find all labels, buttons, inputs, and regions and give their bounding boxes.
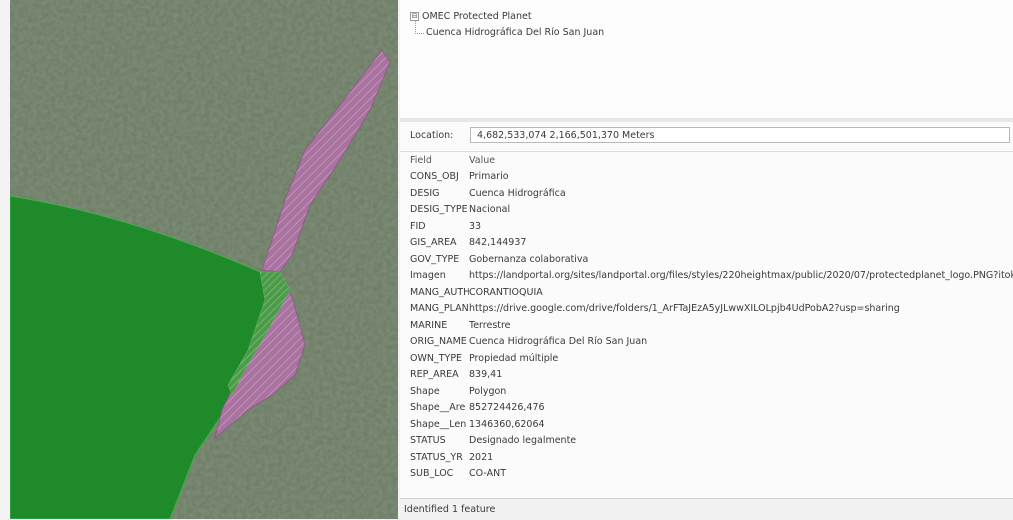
attribute-field-name: GOV_TYPE xyxy=(410,253,460,265)
attribute-field-value: 839,41 xyxy=(469,369,503,381)
attribute-rows: CONS_OBJ Primario DESIG Cuenca Hidrográfica… xyxy=(400,169,1013,483)
map-view[interactable] xyxy=(10,0,398,519)
panel-divider[interactable] xyxy=(400,118,1013,122)
attribute-field-value: 852724426,476 xyxy=(469,402,545,414)
attribute-field-name: DESIG xyxy=(410,187,440,199)
attribute-field-name: DESIG_TYPE xyxy=(410,204,468,216)
attribute-field-value: Propiedad múltiple xyxy=(469,352,559,364)
attribute-row[interactable]: MANG_AUTH CORANTIOQUIA xyxy=(400,284,1013,301)
attribute-field-value: 33 xyxy=(469,220,482,232)
status-bar: Identified 1 feature xyxy=(400,498,1013,520)
header-field[interactable]: Field xyxy=(400,155,469,166)
attribute-row[interactable]: FID 33 xyxy=(400,218,1013,235)
attribute-row[interactable]: Shape__Are 852724426,476 xyxy=(400,400,1013,417)
identify-results-tree: ⊟ OMEC Protected Planet Cuenca Hidrográf… xyxy=(400,0,1013,118)
attribute-field-name: MANG_AUTH xyxy=(410,286,469,298)
attribute-row[interactable]: MANG_PLAN https://drive.google.com/drive/… xyxy=(400,301,1013,318)
attribute-field-value: CORANTIOQUIA xyxy=(469,286,543,298)
attribute-field-value: Gobernanza colaborativa xyxy=(469,253,589,265)
attribute-field-value: https://landportal.org/sites/landportal.… xyxy=(469,270,1013,282)
attribute-row[interactable]: Shape__Len 1346360,62064 xyxy=(400,416,1013,433)
attribute-field-name: CONS_OBJ xyxy=(410,171,459,183)
attribute-row[interactable]: STATUS_YR 2021 xyxy=(400,449,1013,466)
attribute-field-value: Primario xyxy=(469,171,509,183)
location-row: Location: 4,682,533,074 2,166,501,370 Me… xyxy=(400,124,1013,146)
attribute-row[interactable]: MARINE Terrestre xyxy=(400,317,1013,334)
attribute-field-name: Shape__Len xyxy=(410,418,467,430)
tree-layer-node[interactable]: ⊟ OMEC Protected Planet xyxy=(410,11,532,22)
attribute-field-name: Shape xyxy=(410,385,440,397)
attribute-field-name: OWN_TYPE xyxy=(410,352,463,364)
attribute-row[interactable]: DESIG Cuenca Hidrográfica xyxy=(400,185,1013,202)
attribute-field-name: Shape__Are xyxy=(410,402,466,414)
attribute-field-value: https://drive.google.com/drive/folders/1… xyxy=(469,303,900,315)
attribute-row[interactable]: STATUS Designado legalmente xyxy=(400,433,1013,450)
attribute-row[interactable]: Shape Polygon xyxy=(400,383,1013,400)
attribute-row[interactable]: GOV_TYPE Gobernanza colaborativa xyxy=(400,251,1013,268)
attribute-field-name: Imagen xyxy=(410,270,446,282)
location-label: Location: xyxy=(410,129,454,141)
attribute-row[interactable]: GIS_AREA 842,144937 xyxy=(400,235,1013,252)
tree-feature-node[interactable]: Cuenca Hidrográfica Del Río San Juan xyxy=(426,27,604,38)
attribute-field-value: Cuenca Hidrográfica Del Río San Juan xyxy=(469,336,648,348)
tree-layer-label: OMEC Protected Planet xyxy=(422,11,532,22)
attribute-field-name: SUB_LOC xyxy=(410,468,454,480)
attribute-row[interactable]: CONS_OBJ Primario xyxy=(400,169,1013,186)
attribute-table: Field Value CONS_OBJ Primario DESIG Cuenca … xyxy=(400,151,1013,497)
tree-feature-label: Cuenca Hidrográfica Del Río San Juan xyxy=(426,27,605,38)
tree-connector xyxy=(415,21,424,34)
attribute-field-name: MARINE xyxy=(410,319,448,331)
attribute-field-name: ORIG_NAME xyxy=(410,336,467,348)
map-canvas[interactable] xyxy=(10,0,398,519)
attribute-field-name: STATUS_YR xyxy=(410,451,463,463)
identify-panel: ⊟ OMEC Protected Planet Cuenca Hidrográf… xyxy=(400,0,1013,520)
attribute-row[interactable]: OWN_TYPE Propiedad múltiple xyxy=(400,350,1013,367)
attribute-field-value: 842,144937 xyxy=(469,237,527,249)
attribute-field-name: REP_AREA xyxy=(410,369,459,381)
attribute-row[interactable]: ORIG_NAME Cuenca Hidrográfica Del Río San… xyxy=(400,334,1013,351)
attribute-row[interactable]: Imagen https://landportal.org/sites/landp… xyxy=(400,268,1013,285)
status-text: Identified 1 feature xyxy=(404,504,496,515)
attribute-field-value: Nacional xyxy=(469,204,511,216)
attribute-row[interactable]: SUB_LOC CO-ANT xyxy=(400,466,1013,483)
attribute-field-value: Designado legalmente xyxy=(469,435,577,447)
attribute-field-name: STATUS xyxy=(410,435,446,447)
collapse-icon[interactable]: ⊟ xyxy=(410,12,419,21)
attribute-field-value: 1346360,62064 xyxy=(469,418,545,430)
attribute-table-header: Field Value xyxy=(400,152,1013,169)
attribute-field-value: Terrestre xyxy=(469,319,511,331)
attribute-field-value: CO-ANT xyxy=(469,468,507,480)
header-value[interactable]: Value xyxy=(469,155,1013,166)
attribute-field-name: GIS_AREA xyxy=(410,237,457,249)
attribute-field-value: Polygon xyxy=(469,385,507,397)
location-field[interactable]: 4,682,533,074 2,166,501,370 Meters xyxy=(470,127,1010,143)
attribute-field-name: FID xyxy=(410,220,426,232)
attribute-field-name: MANG_PLAN xyxy=(410,303,469,315)
attribute-field-value: Cuenca Hidrográfica xyxy=(469,187,566,199)
attribute-field-value: 2021 xyxy=(469,451,494,463)
attribute-row[interactable]: DESIG_TYPE Nacional xyxy=(400,202,1013,219)
attribute-row[interactable]: REP_AREA 839,41 xyxy=(400,367,1013,384)
